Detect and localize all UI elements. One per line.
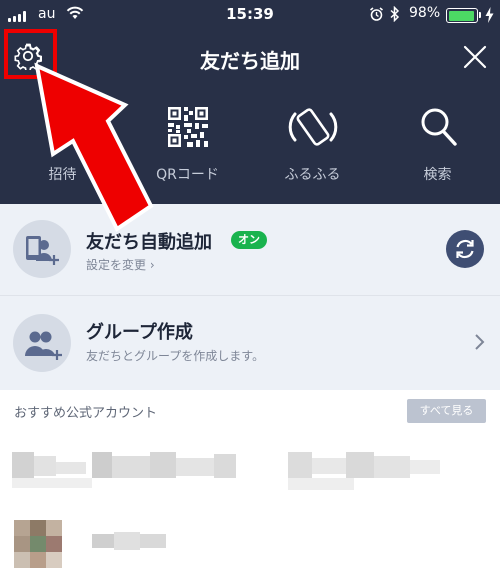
group-title: グループ作成 [86,322,193,343]
refresh-icon [456,239,474,259]
search-icon [421,108,457,146]
battery-percent: 98% [409,5,441,21]
method-shake[interactable]: ふるふる [250,84,375,204]
close-button[interactable] [460,42,490,72]
chevron-right-icon [474,333,486,355]
close-icon [463,45,487,69]
red-pointer-arrow [34,62,154,232]
battery-icon [446,8,478,23]
shake-phone-icon [288,108,337,146]
group-subtitle: 友だちとグループを作成します。 [86,349,265,363]
create-group-row[interactable]: グループ作成 友だちとグループを作成します。 [0,296,500,390]
refresh-button[interactable] [446,230,484,268]
screen: au 15:39 98% 友だち追加 招待 QRコード ふるふる 検索 友だち自… [0,0,500,572]
method-search[interactable]: 検索 [375,84,500,204]
section-header: おすすめ公式アカウント [14,406,158,421]
group-add-icon [13,314,71,372]
see-all-button[interactable]: すべて見る [407,399,486,423]
method-label: ふるふる [284,167,341,183]
alarm-icon [369,7,384,26]
bluetooth-icon [390,5,400,26]
status-badge: オン [231,231,267,249]
status-bar: au 15:39 98% [0,0,500,30]
charging-icon [485,7,494,27]
method-label: 検索 [423,167,452,183]
